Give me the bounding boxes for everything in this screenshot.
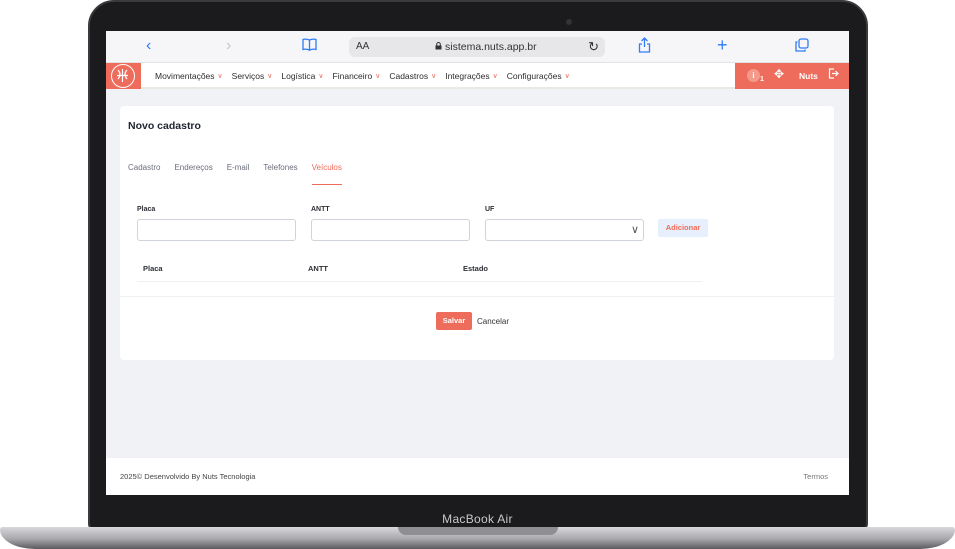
main-menu: Movimentações ∨ Serviços ∨ Logística ∨ Fina…	[155, 71, 570, 81]
menu-item-logistica[interactable]: Logística ∨	[281, 71, 323, 81]
placa-input[interactable]	[137, 219, 296, 241]
share-icon[interactable]	[638, 37, 651, 58]
chevron-down-icon: ∨	[630, 224, 639, 236]
terms-link[interactable]: Termos	[803, 472, 828, 481]
antt-label: ANTT	[311, 206, 330, 213]
menu-item-cadastros[interactable]: Cadastros ∨	[389, 71, 436, 81]
menu-item-configuracoes[interactable]: Configurações ∨	[507, 71, 570, 81]
move-arrows-icon[interactable]: ✥	[774, 67, 784, 81]
cancel-button[interactable]: Cancelar	[477, 317, 509, 326]
form-card: Novo cadastro Cadastro Endereços E-mail …	[120, 106, 834, 360]
chevron-left-icon[interactable]: ‹	[146, 37, 151, 55]
text-size-button[interactable]: AA	[356, 41, 369, 52]
brand-logo[interactable]	[106, 63, 141, 89]
screen: ‹ › AA sistema.nuts.app.br ↻ + Movimenta…	[106, 31, 849, 495]
notification-icon[interactable]: i	[747, 69, 760, 82]
chevron-down-icon: ∨	[375, 73, 381, 80]
tab-email[interactable]: E-mail	[227, 163, 250, 185]
table-header-antt: ANTT	[308, 264, 328, 273]
menu-item-servicos[interactable]: Serviços ∨	[232, 71, 273, 81]
table-header-placa: Placa	[143, 264, 163, 273]
save-button[interactable]: Salvar	[436, 312, 472, 330]
add-button[interactable]: Adicionar	[658, 219, 708, 237]
tab-telefones[interactable]: Telefones	[263, 163, 297, 185]
tab-cadastro[interactable]: Cadastro	[128, 163, 160, 185]
uf-label: UF	[485, 206, 495, 213]
placa-label: Placa	[137, 206, 156, 213]
chevron-right-icon[interactable]: ›	[226, 37, 231, 55]
browser-toolbar: ‹ › AA sistema.nuts.app.br ↻ +	[106, 31, 849, 63]
table-header-estado: Estado	[463, 264, 489, 273]
laptop-notch	[398, 527, 558, 535]
address-bar[interactable]: AA sistema.nuts.app.br ↻	[349, 37, 605, 57]
chevron-down-icon: ∨	[217, 73, 223, 80]
notification-count: 1	[760, 76, 764, 83]
menu-item-integracoes[interactable]: Integrações ∨	[445, 71, 498, 81]
device-label: MacBook Air	[442, 512, 513, 526]
camera-dot	[566, 19, 572, 25]
menu-item-financeiro[interactable]: Financeiro ∨	[333, 71, 381, 81]
logo-icon	[111, 64, 135, 88]
chevron-down-icon: ∨	[318, 73, 324, 80]
table-divider	[137, 281, 702, 282]
lock-icon	[435, 42, 442, 50]
chevron-down-icon: ∨	[564, 73, 570, 80]
url-text: sistema.nuts.app.br	[445, 41, 537, 53]
user-area: i 1 ✥ Nuts	[735, 63, 849, 89]
tab-bar: Cadastro Endereços E-mail Telefones Veíc…	[128, 163, 343, 185]
book-icon[interactable]	[302, 38, 317, 56]
footer-copyright: 2025© Desenvolvido By Nuts Tecnologia	[120, 472, 256, 481]
tab-veiculos[interactable]: Veículos	[311, 163, 343, 185]
reload-icon[interactable]: ↻	[588, 39, 599, 55]
tab-enderecos[interactable]: Endereços	[174, 163, 212, 185]
uf-select[interactable]: ∨	[485, 219, 644, 241]
chevron-down-icon: ∨	[492, 73, 498, 80]
chevron-down-icon: ∨	[267, 73, 273, 80]
chevron-down-icon: ∨	[431, 73, 437, 80]
user-name[interactable]: Nuts	[799, 71, 818, 81]
app-navbar: Movimentações ∨ Serviços ∨ Logística ∨ Fina…	[106, 63, 849, 89]
footer: 2025© Desenvolvido By Nuts Tecnologia Te…	[106, 458, 849, 495]
card-divider	[120, 296, 834, 297]
tabs-icon[interactable]	[795, 38, 809, 57]
plus-icon[interactable]: +	[717, 36, 728, 54]
antt-input[interactable]	[311, 219, 470, 241]
page-title: Novo cadastro	[128, 120, 201, 132]
menu-item-movimentacoes[interactable]: Movimentações ∨	[155, 71, 223, 81]
logout-icon[interactable]	[828, 68, 839, 82]
